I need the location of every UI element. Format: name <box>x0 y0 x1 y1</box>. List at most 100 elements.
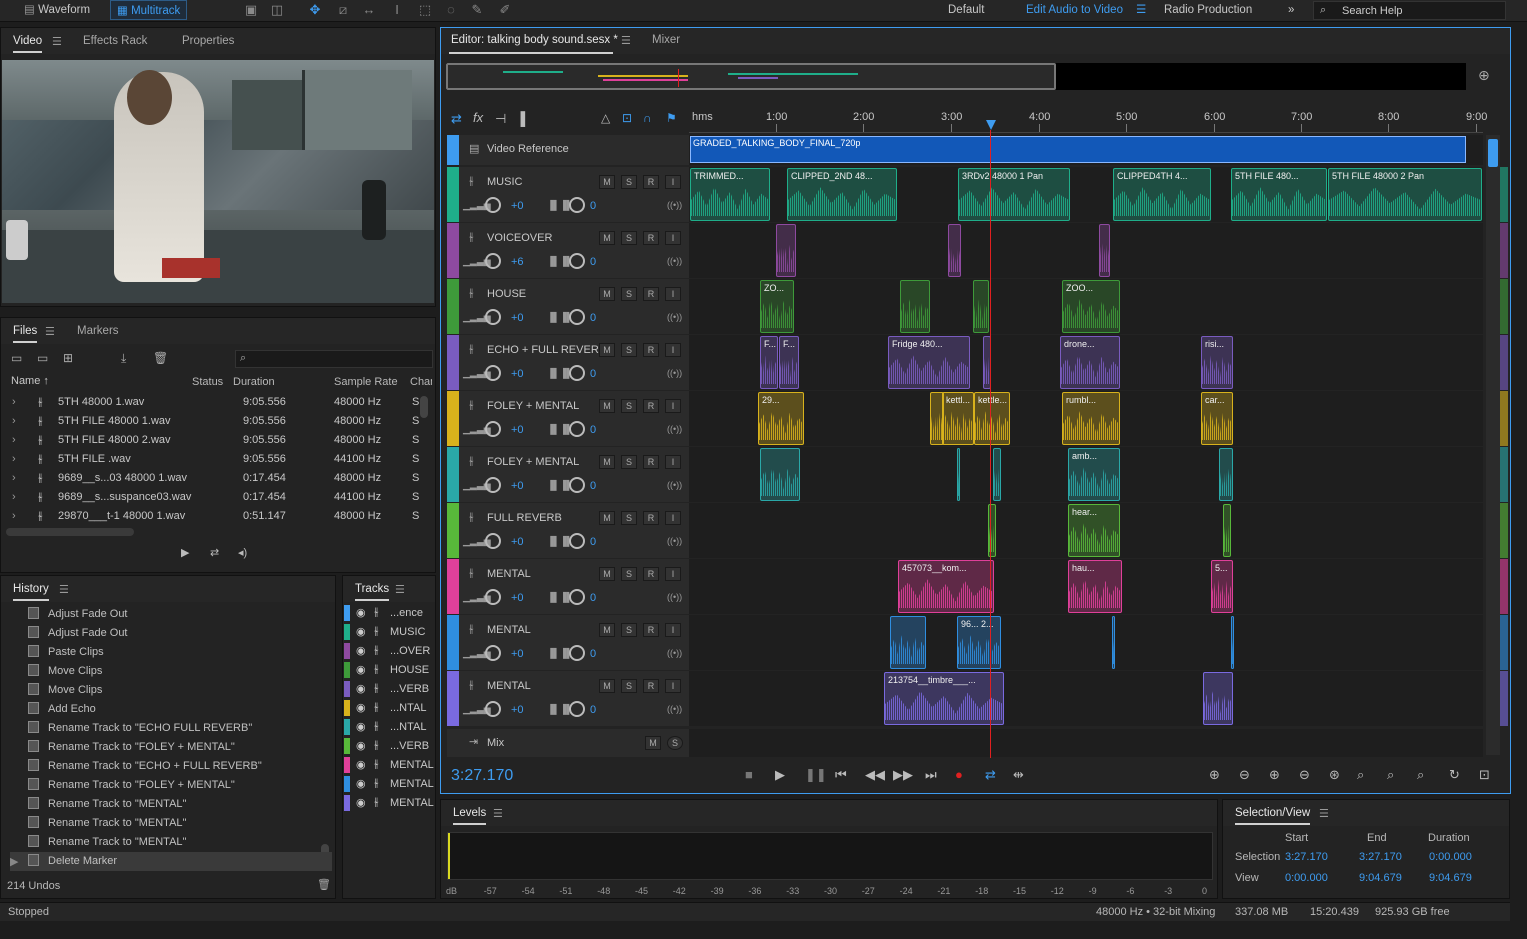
track-header[interactable]: ⫳ FULL REVERB M S R I ▁▂▃▅ +0 ▐▌▐▌ 0 ((•)) <box>447 503 689 558</box>
autoplay-speaker-icon[interactable]: ◂) <box>238 546 247 559</box>
audio-clip[interactable] <box>973 280 989 333</box>
loop-icon[interactable]: ⇄ <box>210 546 219 559</box>
track-timeline[interactable] <box>689 223 1483 278</box>
import-icon[interactable]: ▭ <box>37 351 48 365</box>
volume-value[interactable]: +0 <box>511 312 524 324</box>
output-icon[interactable]: ((•)) <box>667 424 682 434</box>
file-row[interactable]: › ⫳ 5TH 48000 1.wav 9:05.556 48000 Hz S <box>6 393 430 412</box>
record-arm-button[interactable]: R <box>643 287 659 301</box>
record-arm-button[interactable]: R <box>643 623 659 637</box>
track-timeline[interactable]: 29... kettl... kettle... rumbl... car... <box>689 391 1483 446</box>
selection-duration[interactable]: 0:00.000 <box>1429 851 1472 863</box>
mute-button[interactable]: M <box>599 231 615 245</box>
workspace-radio-production[interactable]: Radio Production <box>1158 0 1258 20</box>
tracks-panel-item[interactable]: ◉ ⫳ ...OVER <box>344 642 434 661</box>
skip-selection-icon[interactable]: ⇹ <box>1013 767 1024 783</box>
track-header[interactable]: ⫳ MENTAL M S R I ▁▂▃▅ +0 ▐▌▐▌ 0 ((•)) <box>447 671 689 726</box>
audio-clip[interactable]: 5TH FILE 48000 2 Pan <box>1328 168 1482 221</box>
input-monitor-button[interactable]: I <box>665 287 681 301</box>
fast-forward-icon[interactable]: ▶▶ <box>893 767 913 783</box>
eye-icon[interactable]: ◉ <box>356 720 366 733</box>
track-name[interactable]: MENTAL <box>487 624 531 636</box>
track-timeline[interactable]: F... F... Fridge 480... drone... risi... <box>689 335 1483 390</box>
play-icon[interactable]: ▶ <box>775 767 785 783</box>
eye-icon[interactable]: ◉ <box>356 663 366 676</box>
time-ruler[interactable]: hms 1:00 2:00 3:00 4:00 5:00 6:00 7:00 8:00 9:00 <box>689 108 1487 133</box>
mute-button[interactable]: M <box>599 175 615 189</box>
loop-playback-icon[interactable]: ⇄ <box>985 767 996 783</box>
file-row[interactable]: › ⫳ 9689__s...03 48000 1.wav 0:17.454 48000 … <box>6 469 430 488</box>
input-monitor-button[interactable]: I <box>665 623 681 637</box>
pan-knob[interactable] <box>569 589 585 605</box>
eye-icon[interactable]: ◉ <box>356 796 366 809</box>
audio-clip[interactable]: drone... <box>1060 336 1120 389</box>
audio-clip[interactable]: F... <box>760 336 778 389</box>
track-timeline[interactable]: 96... 2... <box>689 615 1483 670</box>
expand-chevron-icon[interactable]: › <box>12 434 16 446</box>
pan-value[interactable]: 0 <box>590 424 596 436</box>
record-arm-button[interactable]: R <box>643 231 659 245</box>
pan-value[interactable]: 0 <box>590 536 596 548</box>
spot-heal-icon[interactable]: ✐ <box>496 2 514 18</box>
mute-button[interactable]: M <box>599 343 615 357</box>
audio-clip[interactable]: car... <box>1201 392 1233 445</box>
open-folder-icon[interactable]: ▭ <box>11 351 22 365</box>
audio-clip[interactable] <box>948 224 961 277</box>
pan-knob[interactable] <box>569 477 585 493</box>
pause-icon[interactable]: ❚❚ <box>805 767 827 783</box>
record-icon[interactable]: ● <box>955 767 963 782</box>
move-tool-icon[interactable]: ✥ <box>306 2 324 18</box>
marker-icon[interactable]: ⚑ <box>666 111 677 125</box>
audio-clip[interactable]: hau... <box>1068 560 1122 613</box>
output-icon[interactable]: ((•)) <box>667 536 682 546</box>
track-header[interactable]: ⫳ VOICEOVER M S R I ▁▂▃▅ +6 ▐▌▐▌ 0 ((•)) <box>447 223 689 278</box>
file-row[interactable]: › ⫳ 5TH FILE .wav 9:05.556 44100 Hz S <box>6 450 430 469</box>
audio-clip[interactable] <box>957 448 960 501</box>
volume-knob[interactable] <box>485 365 501 381</box>
tracks-panel-item[interactable]: ◉ ⫳ MENTAL <box>344 775 434 794</box>
panel-menu-icon[interactable]: ☰ <box>45 325 55 338</box>
tab-effects-rack[interactable]: Effects Rack <box>83 35 147 47</box>
tracks-panel-item[interactable]: ◉ ⫳ MENTAL <box>344 756 434 775</box>
audio-clip[interactable]: TRIMMED... <box>690 168 770 221</box>
track-drag-icon[interactable]: ⫳ <box>469 455 474 468</box>
trash-icon[interactable]: 🗑 <box>153 351 168 365</box>
zoom-out-amplitude-icon[interactable]: ⊖ <box>1239 767 1250 783</box>
col-channels[interactable]: Chan <box>410 376 432 388</box>
fx-icon[interactable]: fx <box>473 110 483 125</box>
play-icon[interactable]: ▶ <box>181 546 189 559</box>
volume-knob[interactable] <box>485 645 501 661</box>
mute-button[interactable]: M <box>599 567 615 581</box>
track-name[interactable]: FOLEY + MENTAL <box>487 456 579 468</box>
tab-properties[interactable]: Properties <box>182 35 234 47</box>
zoom-track-icon[interactable]: ⊡ <box>1479 767 1490 783</box>
track-name[interactable]: ECHO + FULL REVER <box>487 344 599 356</box>
mute-button[interactable]: M <box>599 511 615 525</box>
file-row[interactable]: › ⫳ 9689__s...suspance03.wav 0:17.454 44100 … <box>6 488 430 507</box>
col-duration[interactable]: Duration <box>233 376 275 388</box>
pan-knob[interactable] <box>569 645 585 661</box>
audio-clip[interactable]: ZOO... <box>1062 280 1120 333</box>
pan-value[interactable]: 0 <box>590 368 596 380</box>
audio-clip[interactable]: amb... <box>1068 448 1120 501</box>
metronome-icon[interactable]: △ <box>601 111 610 125</box>
pan-knob[interactable] <box>569 309 585 325</box>
eye-icon[interactable]: ◉ <box>356 682 366 695</box>
track-drag-icon[interactable]: ⫳ <box>469 287 474 300</box>
current-time[interactable]: 3:27.170 <box>451 767 513 785</box>
tracks-panel-item[interactable]: ◉ ⫳ ...NTAL <box>344 699 434 718</box>
input-monitor-button[interactable]: I <box>665 679 681 693</box>
tab-selection-view[interactable]: Selection/View <box>1235 807 1311 825</box>
mute-button[interactable]: M <box>599 679 615 693</box>
rewind-icon[interactable]: ◀◀ <box>865 767 885 783</box>
tracks-panel-item[interactable]: ◉ ⫳ HOUSE <box>344 661 434 680</box>
record-arm-button[interactable]: R <box>643 567 659 581</box>
selection-start[interactable]: 3:27.170 <box>1285 851 1328 863</box>
panel-menu-icon[interactable]: ☰ <box>52 35 62 48</box>
razor-tool-icon[interactable]: ⧄ <box>334 2 352 18</box>
audio-clip[interactable]: 457073__kom... <box>898 560 994 613</box>
track-drag-icon[interactable]: ⫳ <box>469 679 474 692</box>
output-icon[interactable]: ((•)) <box>667 592 682 602</box>
volume-value[interactable]: +0 <box>511 648 524 660</box>
pan-value[interactable]: 0 <box>590 312 596 324</box>
